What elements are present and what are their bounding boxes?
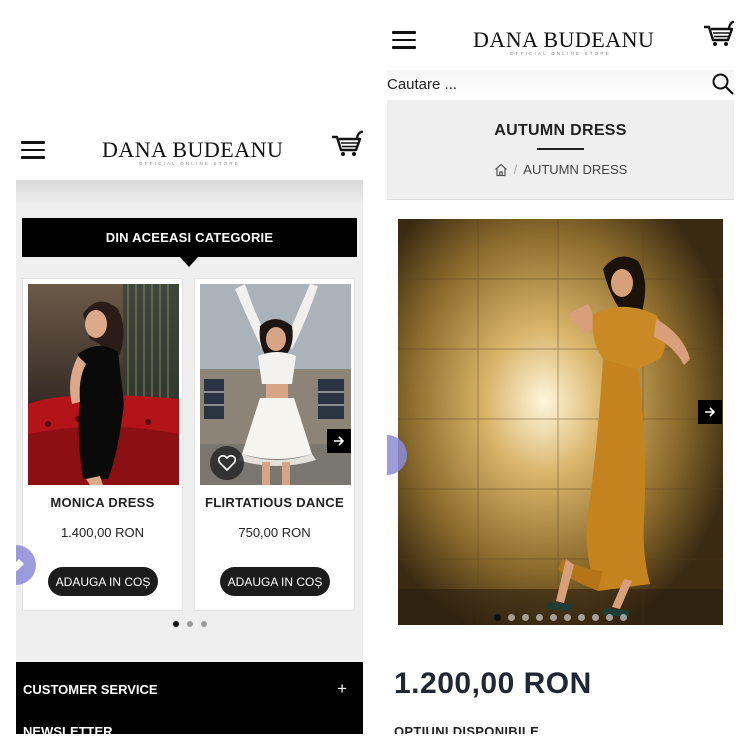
product-name[interactable]: MONICA DRESS xyxy=(23,495,182,510)
breadcrumb-current: AUTUMN DRESS xyxy=(523,162,628,177)
related-products-section: DIN ACEEASI CATEGORIE MONICA DRESS 1.400… xyxy=(16,180,363,662)
product-image-slider[interactable] xyxy=(398,219,723,625)
product-main-image[interactable] xyxy=(398,219,723,625)
brand-name: DANA BUDEANU xyxy=(473,27,655,52)
header: DANA BUDEANU OFFICIAL ONLINE STORE xyxy=(387,10,734,70)
shadow-divider xyxy=(16,180,363,206)
page-title-section: AUTUMN DRESS / AUTUMN DRESS xyxy=(387,100,734,200)
footer: CUSTOMER SERVICE + NEWSLETTER xyxy=(16,662,363,734)
slider-dot[interactable] xyxy=(578,614,585,621)
footer-newsletter[interactable]: NEWSLETTER xyxy=(23,724,347,734)
header: DANA BUDEANU OFFICIAL ONLINE STORE xyxy=(16,120,363,180)
carousel-dot[interactable] xyxy=(186,621,193,627)
menu-icon[interactable] xyxy=(21,141,45,159)
right-screen: DANA BUDEANU OFFICIAL ONLINE STORE AUTUM… xyxy=(387,0,734,734)
category-banner: DIN ACEEASI CATEGORIE xyxy=(22,218,357,257)
product-price: 1.400,00 RON xyxy=(60,525,145,540)
search-input[interactable] xyxy=(387,72,687,96)
slider-dot[interactable] xyxy=(550,614,557,621)
banner-pointer xyxy=(180,257,198,267)
page-title: AUTUMN DRESS xyxy=(494,122,627,139)
footer-newsletter-label: NEWSLETTER xyxy=(23,724,113,734)
menu-icon[interactable] xyxy=(392,31,416,49)
left-screen: DANA BUDEANU OFFICIAL ONLINE STORE DIN A… xyxy=(16,0,363,734)
product-price: 1.200,00 RON xyxy=(394,667,592,700)
brand-logo[interactable]: DANA BUDEANU OFFICIAL ONLINE STORE xyxy=(102,137,284,167)
search-bar xyxy=(387,70,734,100)
next-arrow-icon[interactable] xyxy=(327,429,351,453)
slider-dot[interactable] xyxy=(606,614,613,621)
slider-dot[interactable] xyxy=(564,614,571,621)
cart-icon[interactable] xyxy=(331,130,363,158)
slider-dot[interactable] xyxy=(508,614,515,621)
product-image[interactable] xyxy=(28,284,179,485)
floating-chat-button[interactable] xyxy=(16,545,36,585)
footer-customer-service[interactable]: CUSTOMER SERVICE + xyxy=(23,679,347,699)
brand-name: DANA BUDEANU xyxy=(102,137,284,162)
carousel-dot[interactable] xyxy=(200,621,207,627)
product-price: 750,00 RON xyxy=(238,525,311,540)
product-image[interactable] xyxy=(200,284,351,485)
plus-icon[interactable]: + xyxy=(337,679,347,699)
slider-dot[interactable] xyxy=(536,614,543,621)
carousel-dots xyxy=(16,621,363,627)
add-to-cart-button[interactable]: ADAUGA IN COȘ xyxy=(48,567,158,596)
options-label: OPTIUNI DISPONIBILE xyxy=(394,724,540,734)
slider-dot[interactable] xyxy=(592,614,599,621)
breadcrumb-separator: / xyxy=(513,162,518,177)
wishlist-heart-icon[interactable] xyxy=(210,446,244,480)
slider-dot[interactable] xyxy=(620,614,627,621)
product-name[interactable]: FLIRTATIOUS DANCE xyxy=(195,495,354,510)
slider-dots xyxy=(398,614,723,621)
product-card[interactable]: MONICA DRESS 1.400,00 RON ADAUGA IN COȘ xyxy=(22,278,183,611)
slider-dot[interactable] xyxy=(494,614,501,621)
home-icon[interactable] xyxy=(494,163,508,177)
product-card[interactable]: FLIRTATIOUS DANCE 750,00 RON ADAUGA IN C… xyxy=(194,278,355,611)
add-to-cart-button[interactable]: ADAUGA IN COȘ xyxy=(220,567,330,596)
footer-customer-service-label: CUSTOMER SERVICE xyxy=(23,682,158,697)
search-icon[interactable] xyxy=(711,72,734,96)
title-underline xyxy=(537,148,584,150)
cart-icon[interactable] xyxy=(703,20,734,48)
next-arrow-icon[interactable] xyxy=(698,400,722,424)
carousel-dot[interactable] xyxy=(172,621,179,627)
slider-dot[interactable] xyxy=(522,614,529,621)
brand-logo[interactable]: DANA BUDEANU OFFICIAL ONLINE STORE xyxy=(473,27,655,57)
breadcrumb: / AUTUMN DRESS xyxy=(387,162,734,177)
